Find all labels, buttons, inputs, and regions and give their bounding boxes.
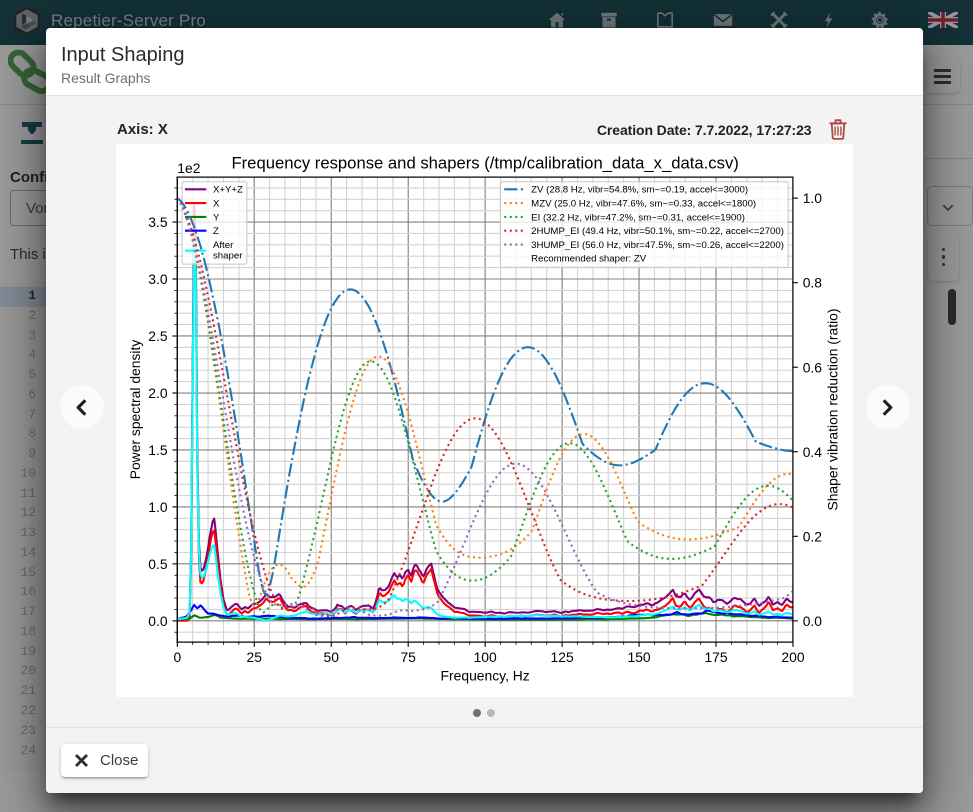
svg-text:1.0: 1.0 [148,499,168,515]
svg-text:25: 25 [247,649,263,665]
svg-text:3HUMP_EI (56.0 Hz, vibr=47.5%,: 3HUMP_EI (56.0 Hz, vibr=47.5%, sm~=0.26,… [531,240,784,251]
svg-text:MZV (25.0 Hz, vibr=47.6%, sm~=: MZV (25.0 Hz, vibr=47.6%, sm~=0.33, acce… [531,198,756,209]
svg-text:3.5: 3.5 [148,214,168,230]
svg-text:50: 50 [324,649,340,665]
svg-text:X+Y+Z: X+Y+Z [213,185,243,196]
svg-text:ZV (28.8 Hz, vibr=54.8%, sm~=0: ZV (28.8 Hz, vibr=54.8%, sm~=0.19, accel… [531,185,748,196]
svg-text:Z: Z [213,226,219,237]
svg-text:Recommended shaper: ZV: Recommended shaper: ZV [531,254,647,265]
svg-text:75: 75 [400,649,416,665]
svg-text:After: After [213,240,234,251]
svg-text:0.8: 0.8 [803,275,823,291]
svg-text:175: 175 [704,649,727,665]
svg-text:0: 0 [173,649,181,665]
svg-text:2.0: 2.0 [148,385,168,401]
svg-text:125: 125 [551,649,574,665]
svg-text:Y: Y [213,212,220,223]
svg-text:Frequency response and shapers: Frequency response and shapers (/tmp/cal… [231,154,738,173]
svg-text:1e2: 1e2 [177,160,200,176]
svg-text:150: 150 [627,649,650,665]
svg-text:2.5: 2.5 [148,328,168,344]
svg-text:shaper: shaper [213,250,243,261]
svg-text:EI (32.2 Hz, vibr=47.2%, sm~=0: EI (32.2 Hz, vibr=47.2%, sm~=0.31, accel… [531,212,745,223]
svg-text:0.4: 0.4 [803,444,823,460]
svg-text:0.5: 0.5 [148,556,168,572]
svg-text:0.6: 0.6 [803,359,823,375]
svg-text:Shaper vibration reduction (ra: Shaper vibration reduction (ratio) [825,308,841,510]
svg-text:1.5: 1.5 [148,442,168,458]
svg-text:X: X [213,198,220,209]
svg-text:1.0: 1.0 [803,190,823,206]
svg-text:0.0: 0.0 [803,613,823,629]
svg-text:Power spectral density: Power spectral density [127,340,143,480]
svg-text:2HUMP_EI (49.4 Hz, vibr=50.1%,: 2HUMP_EI (49.4 Hz, vibr=50.1%, sm~=0.22,… [531,226,784,237]
svg-text:0.0: 0.0 [148,613,168,629]
svg-text:0.2: 0.2 [803,528,823,544]
svg-text:3.0: 3.0 [148,271,168,287]
svg-text:100: 100 [474,649,497,665]
svg-text:Frequency, Hz: Frequency, Hz [441,667,530,683]
svg-text:200: 200 [781,649,804,665]
